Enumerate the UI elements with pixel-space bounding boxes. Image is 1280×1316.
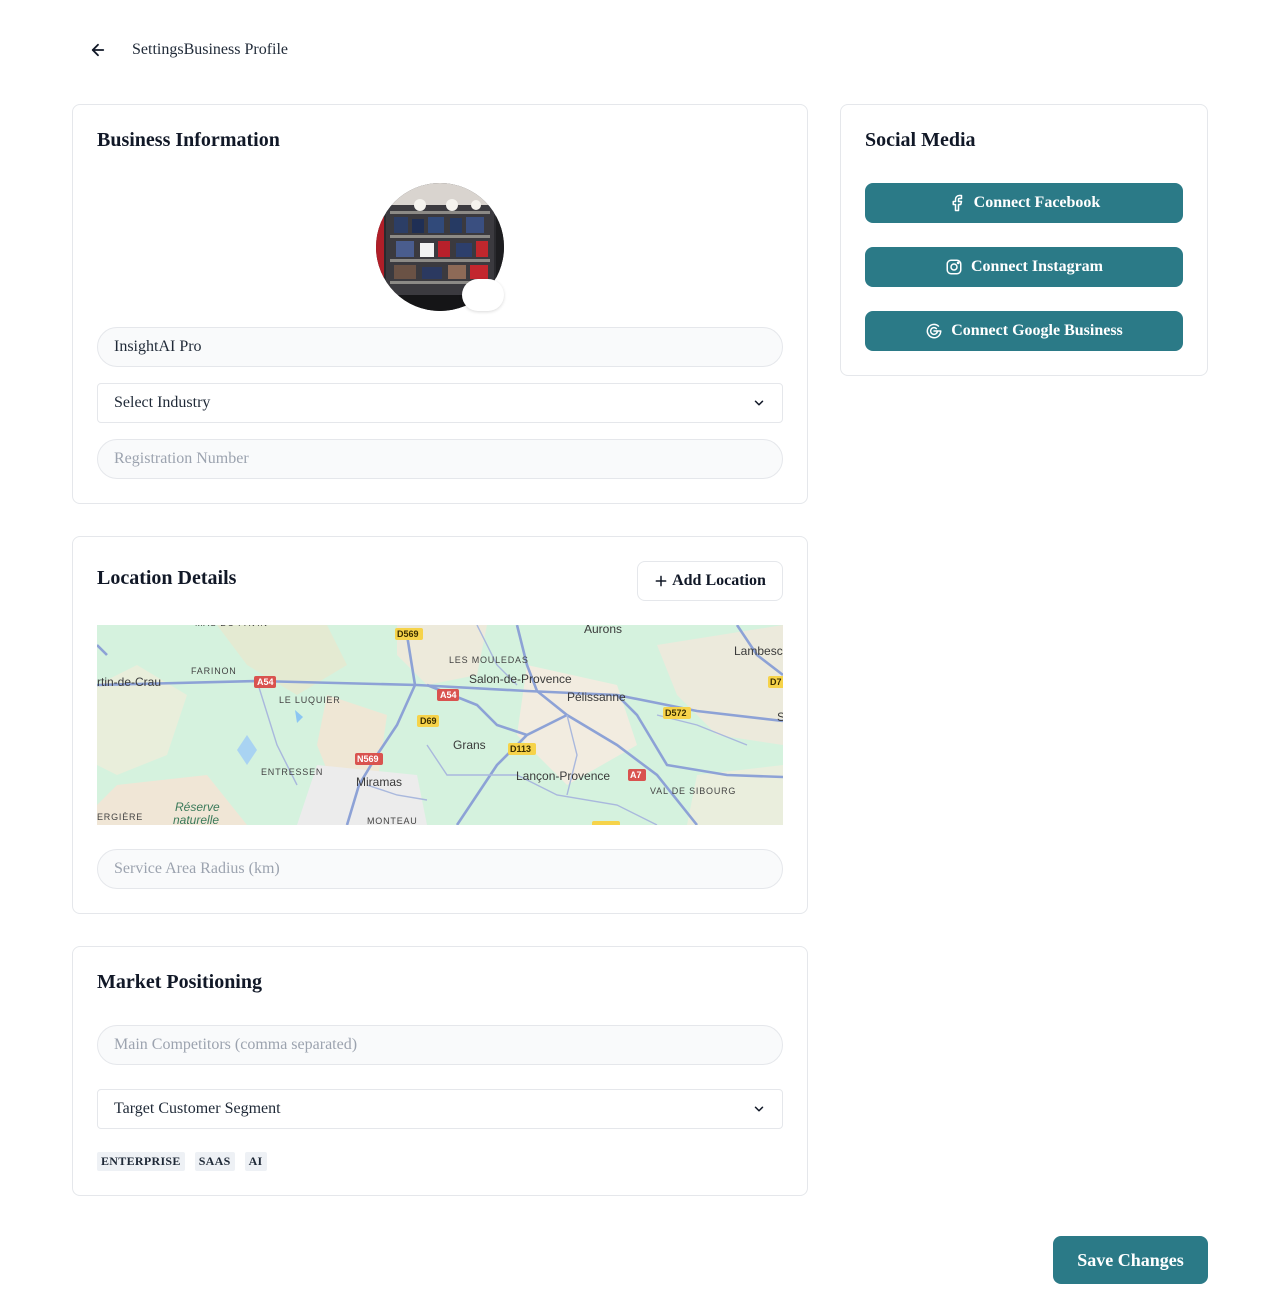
svg-text:A54: A54 bbox=[440, 690, 457, 700]
connect-google-business-button[interactable]: Connect Google Business bbox=[865, 311, 1183, 351]
customer-segment-select-label: Target Customer Segment bbox=[114, 1100, 281, 1117]
industry-select-label: Select Industry bbox=[114, 394, 211, 411]
arrow-left-icon bbox=[91, 43, 105, 57]
svg-text:Miramas: Miramas bbox=[356, 775, 402, 789]
svg-text:D572: D572 bbox=[665, 708, 687, 718]
svg-text:Grans: Grans bbox=[453, 738, 486, 752]
registration-number-input[interactable]: Registration Number bbox=[97, 439, 783, 479]
svg-text:A54: A54 bbox=[257, 677, 274, 687]
market-positioning-card: Market Positioning Main Competitors (com… bbox=[72, 946, 808, 1196]
svg-text:MONTEAU: MONTEAU bbox=[367, 816, 418, 825]
svg-text:Pélissanne: Pélissanne bbox=[567, 690, 626, 704]
svg-text:VAL DE SIBOURG: VAL DE SIBOURG bbox=[650, 786, 736, 796]
svg-text:D7: D7 bbox=[770, 677, 782, 687]
svg-text:Lambesc: Lambesc bbox=[734, 644, 783, 658]
svg-text:D569: D569 bbox=[397, 629, 419, 639]
svg-text:rtin-de-Crau: rtin-de-Crau bbox=[97, 675, 161, 689]
location-details-card: Location Details Add Location D569 A54 A… bbox=[72, 536, 808, 914]
segment-tags: ENTERPRISE SAAS AI bbox=[97, 1152, 267, 1171]
back-button[interactable] bbox=[72, 32, 124, 68]
svg-text:naturelle: naturelle bbox=[173, 813, 219, 825]
service-area-radius-input[interactable]: Service Area Radius (km) bbox=[97, 849, 783, 889]
add-location-button[interactable]: Add Location bbox=[637, 561, 783, 601]
svg-text:S: S bbox=[777, 710, 783, 724]
svg-text:ERGIÈRE: ERGIÈRE bbox=[97, 812, 143, 822]
connect-facebook-button[interactable]: Connect Facebook bbox=[865, 183, 1183, 223]
svg-text:LES MOULEDAS: LES MOULEDAS bbox=[449, 655, 529, 665]
business-name-input[interactable]: InsightAI Pro bbox=[97, 327, 783, 367]
change-photo-button[interactable] bbox=[462, 279, 504, 311]
svg-text:Lançon-Provence: Lançon-Provence bbox=[516, 769, 610, 783]
instagram-icon bbox=[946, 259, 962, 275]
facebook-icon bbox=[952, 194, 962, 212]
breadcrumb: SettingsBusiness Profile bbox=[132, 41, 289, 58]
social-media-title: Social Media bbox=[865, 129, 976, 151]
svg-text:LE LUQUIER: LE LUQUIER bbox=[279, 695, 341, 705]
svg-text:D69: D69 bbox=[420, 716, 437, 726]
business-information-card: Business Information InsightAI Pro Selec… bbox=[72, 104, 808, 504]
plus-icon bbox=[655, 575, 667, 587]
svg-text:MAS DU PAVIN: MAS DU PAVIN bbox=[195, 625, 268, 628]
svg-text:Réserve: Réserve bbox=[175, 800, 220, 814]
chevron-down-icon bbox=[754, 400, 764, 406]
save-changes-button[interactable]: Save Changes bbox=[1053, 1236, 1208, 1284]
location-map[interactable]: D569 A54 A54 D69 D572 D113 N569 A7 D7 Au… bbox=[97, 625, 783, 825]
connect-instagram-label: Connect Instagram bbox=[971, 258, 1103, 275]
svg-text:Aurons: Aurons bbox=[584, 625, 622, 636]
market-positioning-title: Market Positioning bbox=[97, 971, 262, 993]
chevron-down-icon bbox=[754, 1106, 764, 1112]
industry-select[interactable]: Select Industry bbox=[97, 383, 783, 423]
customer-segment-select[interactable]: Target Customer Segment bbox=[97, 1089, 783, 1129]
page-header: SettingsBusiness Profile bbox=[72, 32, 288, 68]
svg-text:FARINON: FARINON bbox=[191, 666, 237, 676]
svg-text:A7: A7 bbox=[630, 770, 642, 780]
svg-text:Salon-de-Provence: Salon-de-Provence bbox=[469, 672, 572, 686]
main-competitors-input[interactable]: Main Competitors (comma separated) bbox=[97, 1025, 783, 1065]
svg-text:D113: D113 bbox=[510, 744, 531, 754]
business-information-title: Business Information bbox=[97, 129, 280, 151]
connect-google-business-label: Connect Google Business bbox=[951, 322, 1123, 339]
social-media-card: Social Media Connect Facebook Connect In… bbox=[840, 104, 1208, 376]
tag-ai[interactable]: AI bbox=[244, 1152, 267, 1171]
connect-instagram-button[interactable]: Connect Instagram bbox=[865, 247, 1183, 287]
svg-text:ENTRESSEN: ENTRESSEN bbox=[261, 767, 323, 777]
google-icon bbox=[926, 323, 942, 339]
add-location-label: Add Location bbox=[672, 572, 766, 589]
tag-enterprise[interactable]: ENTERPRISE bbox=[97, 1152, 185, 1171]
location-details-title: Location Details bbox=[97, 567, 237, 589]
svg-text:N569: N569 bbox=[357, 754, 379, 764]
map-graphic: D569 A54 A54 D69 D572 D113 N569 A7 D7 Au… bbox=[97, 625, 783, 825]
tag-saas[interactable]: SAAS bbox=[194, 1152, 235, 1171]
connect-facebook-label: Connect Facebook bbox=[973, 194, 1101, 211]
